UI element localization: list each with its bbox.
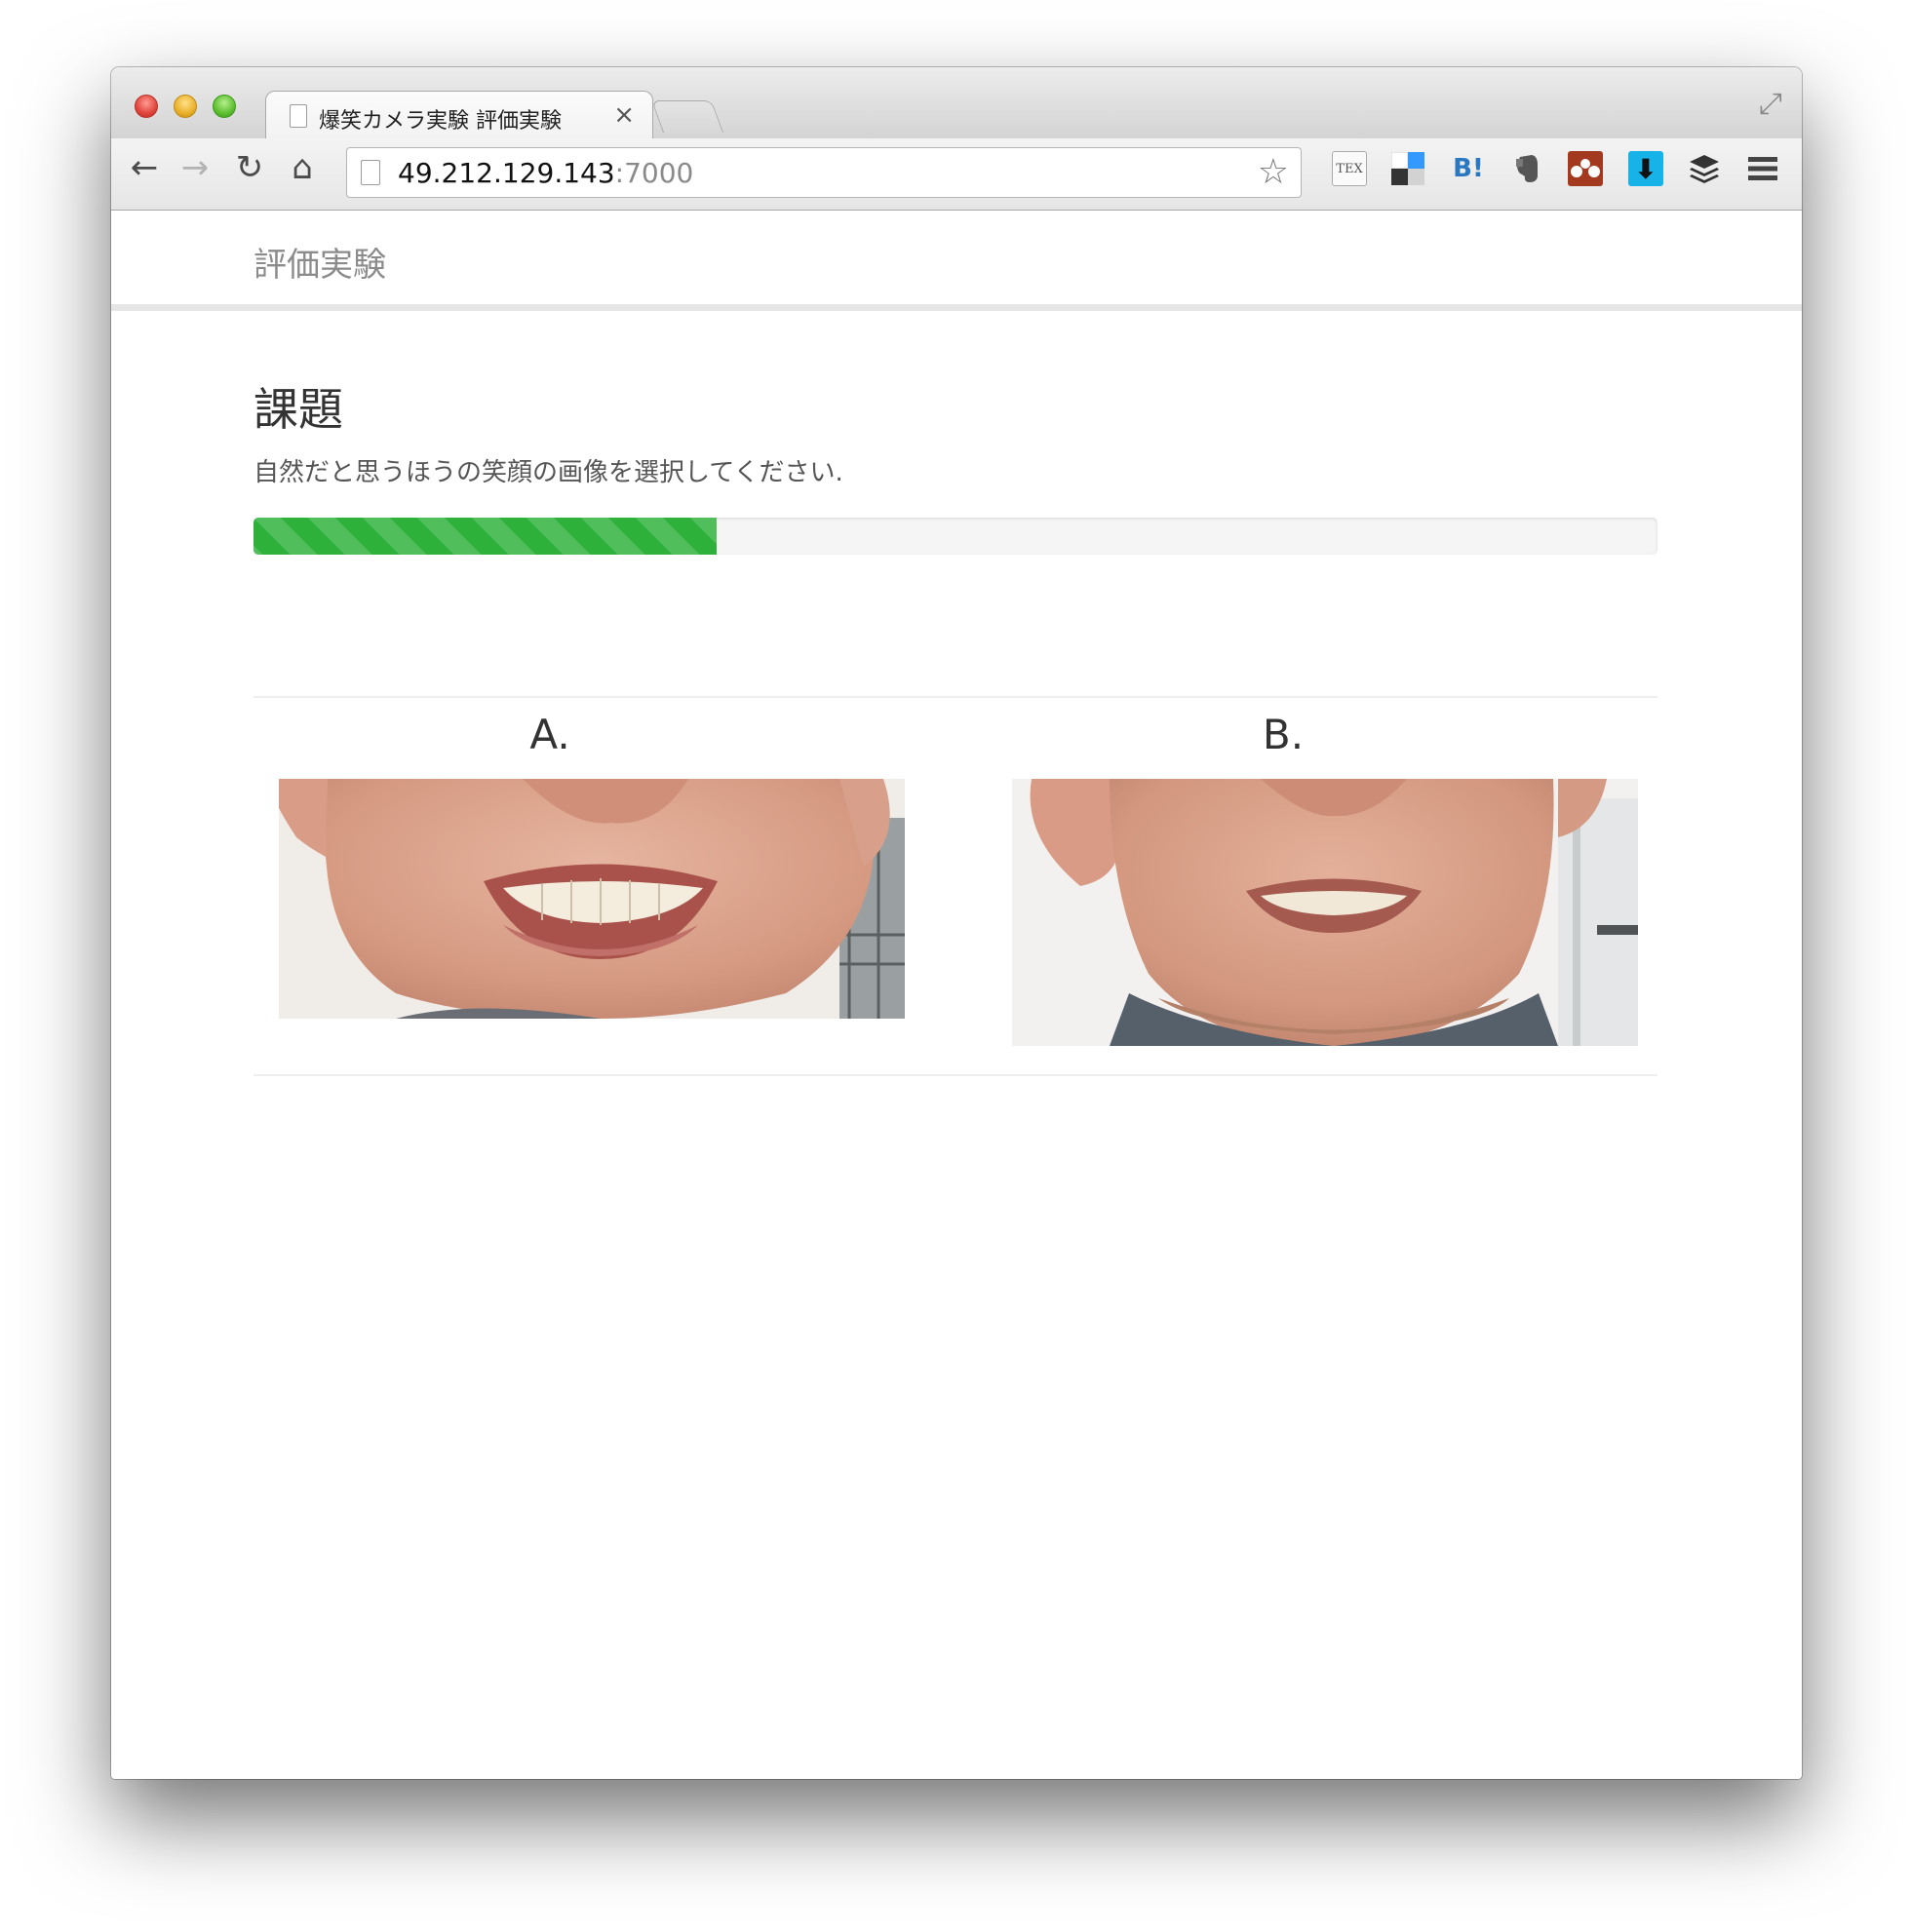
divider bbox=[254, 696, 1658, 698]
url-host: 49.212.129.143 bbox=[398, 157, 615, 189]
evernote-icon[interactable] bbox=[1509, 151, 1544, 186]
minimize-window-button[interactable] bbox=[174, 95, 197, 118]
divider bbox=[254, 1074, 1658, 1076]
navbar: 評価実験 bbox=[111, 211, 1802, 311]
title-bar: 爆笑カメラ実験 評価実験 × ⤢ bbox=[111, 67, 1802, 139]
close-window-button[interactable] bbox=[135, 95, 158, 118]
address-bar[interactable]: 49.212.129.143:7000 ☆ bbox=[346, 147, 1302, 198]
url-port: :7000 bbox=[614, 157, 694, 189]
page-icon bbox=[361, 160, 380, 185]
choice-a-image[interactable] bbox=[279, 779, 905, 1019]
page-content: 評価実験 課題 自然だと思うほうの笑顔の画像を選択してください. A. B. bbox=[111, 211, 1802, 1779]
choice-a-label: A. bbox=[529, 711, 570, 758]
progress-fill bbox=[254, 518, 718, 555]
buffer-icon[interactable] bbox=[1687, 151, 1722, 186]
back-icon[interactable]: ← bbox=[125, 148, 164, 187]
browser-tab[interactable]: 爆笑カメラ実験 評価実験 × bbox=[265, 91, 653, 139]
download-icon[interactable]: ⬇ bbox=[1628, 151, 1663, 186]
task-heading: 課題 bbox=[254, 383, 343, 436]
choice-b-image[interactable] bbox=[1012, 779, 1638, 1046]
tab-close-icon[interactable]: × bbox=[613, 100, 635, 130]
zoom-window-button[interactable] bbox=[213, 95, 236, 118]
home-icon[interactable]: ⌂ bbox=[283, 148, 322, 187]
menu-icon[interactable] bbox=[1745, 151, 1780, 186]
mendeley-icon[interactable] bbox=[1568, 151, 1603, 186]
page-icon bbox=[290, 104, 307, 128]
new-tab-button[interactable] bbox=[650, 100, 724, 133]
delicious-icon[interactable] bbox=[1390, 151, 1425, 186]
choice-b-label: B. bbox=[1262, 711, 1305, 758]
task-instruction: 自然だと思うほうの笑顔の画像を選択してください. bbox=[254, 458, 843, 487]
progress-bar bbox=[254, 518, 1658, 555]
bookmark-star-icon[interactable]: ☆ bbox=[1258, 152, 1289, 192]
browser-window: 爆笑カメラ実験 評価実験 × ⤢ ← → ↻ ⌂ 49.212.129.143:… bbox=[111, 67, 1802, 1779]
hatena-bookmark-icon[interactable]: B! bbox=[1451, 151, 1486, 186]
reload-icon[interactable]: ↻ bbox=[230, 148, 269, 187]
navbar-brand[interactable]: 評価実験 bbox=[254, 238, 386, 286]
fullscreen-icon[interactable]: ⤢ bbox=[1759, 87, 1782, 121]
tab-title: 爆笑カメラ実験 評価実験 bbox=[319, 109, 562, 134]
tex-icon[interactable]: TEX bbox=[1332, 151, 1367, 186]
forward-icon[interactable]: → bbox=[176, 148, 214, 187]
url-text: 49.212.129.143:7000 bbox=[398, 157, 693, 189]
browser-toolbar: ← → ↻ ⌂ 49.212.129.143:7000 ☆ TEX B! ⬇ bbox=[111, 138, 1802, 211]
